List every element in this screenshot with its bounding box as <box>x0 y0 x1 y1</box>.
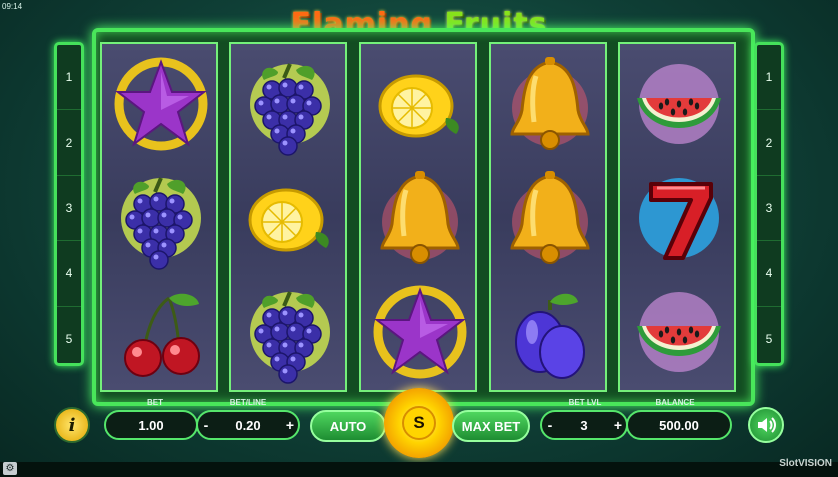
payline-number[interactable]: 5 <box>57 307 81 371</box>
reel-5 <box>618 42 736 392</box>
cherries-icon <box>124 293 200 377</box>
bell-icon <box>510 57 590 150</box>
grapes-icon <box>121 177 201 270</box>
betline-plus-button[interactable]: + <box>281 412 299 438</box>
lemon-icon <box>248 188 329 252</box>
footer-bar <box>0 462 838 477</box>
betlvl-value: 3 <box>580 417 588 433</box>
payline-number[interactable]: 5 <box>757 307 781 371</box>
grapes-symbol <box>109 166 213 270</box>
watermelon-icon <box>637 292 721 372</box>
brand-logo: SlotVISION <box>779 458 832 469</box>
balance-display: 500.00 <box>626 410 732 440</box>
speaker-icon <box>758 417 776 433</box>
bell-symbol <box>498 52 602 156</box>
spin-label: S <box>413 413 425 432</box>
sound-button[interactable] <box>748 407 784 443</box>
bell-symbol <box>498 166 602 270</box>
reel-2 <box>229 42 347 392</box>
payline-number[interactable]: 4 <box>57 241 81 307</box>
lemon-icon <box>378 74 459 138</box>
betlvl-plus-button[interactable]: + <box>609 412 627 438</box>
seven-symbol <box>627 166 731 270</box>
betline-label: BET/LINE <box>229 398 267 407</box>
lemon-symbol <box>368 52 472 156</box>
payline-number[interactable]: 3 <box>757 176 781 242</box>
payline-number[interactable]: 4 <box>757 241 781 307</box>
bet-value: 1.00 <box>138 417 164 433</box>
betlvl-label: BET LVL <box>568 398 602 407</box>
star-symbol <box>109 52 213 156</box>
spin-icon: S <box>402 406 436 440</box>
auto-button[interactable]: AUTO <box>310 410 386 442</box>
star-icon <box>114 57 208 151</box>
star-icon <box>373 285 467 379</box>
reel-3 <box>359 42 477 392</box>
watermelon-symbol <box>627 52 731 156</box>
bet-display: 1.00 <box>104 410 198 440</box>
info-button[interactable]: i <box>54 407 90 443</box>
grapes-icon <box>250 291 330 384</box>
bell-icon <box>380 171 460 264</box>
seven-icon <box>639 178 719 260</box>
payline-number[interactable]: 3 <box>57 176 81 242</box>
settings-icon[interactable]: ⚙ <box>3 462 17 475</box>
watermelon-icon <box>637 64 721 144</box>
betlvl-minus-button[interactable]: - <box>541 412 559 438</box>
payline-number[interactable]: 1 <box>57 45 81 111</box>
betline-minus-button[interactable]: - <box>197 412 215 438</box>
lemon-symbol <box>238 166 342 270</box>
bet-label: BET <box>147 398 163 407</box>
payline-rail-left: 1 2 3 4 5 <box>54 42 84 366</box>
bell-icon <box>510 171 590 264</box>
auto-label: AUTO <box>329 418 367 434</box>
spin-button[interactable]: S <box>384 388 454 458</box>
plum-icon <box>515 293 585 379</box>
reel-4 <box>489 42 607 392</box>
betline-value: 0.20 <box>235 417 261 433</box>
grapes-symbol <box>238 280 342 384</box>
payline-number[interactable]: 2 <box>757 110 781 176</box>
bell-symbol <box>368 166 472 270</box>
balance-value: 500.00 <box>659 417 699 433</box>
grapes-icon <box>250 63 330 156</box>
balance-label: BALANCE <box>655 398 695 407</box>
max-bet-button[interactable]: MAX BET <box>452 410 530 442</box>
payline-number[interactable]: 2 <box>57 110 81 176</box>
watermelon-symbol <box>627 280 731 384</box>
payline-number[interactable]: 1 <box>757 45 781 111</box>
star-symbol <box>368 280 472 384</box>
cherries-symbol <box>109 280 213 384</box>
reel-1 <box>100 42 218 392</box>
max-bet-label: MAX BET <box>461 418 521 434</box>
grapes-symbol <box>238 52 342 156</box>
info-icon: i <box>68 414 76 436</box>
plum-symbol <box>498 280 602 384</box>
payline-rail-right: 1 2 3 4 5 <box>754 42 784 366</box>
